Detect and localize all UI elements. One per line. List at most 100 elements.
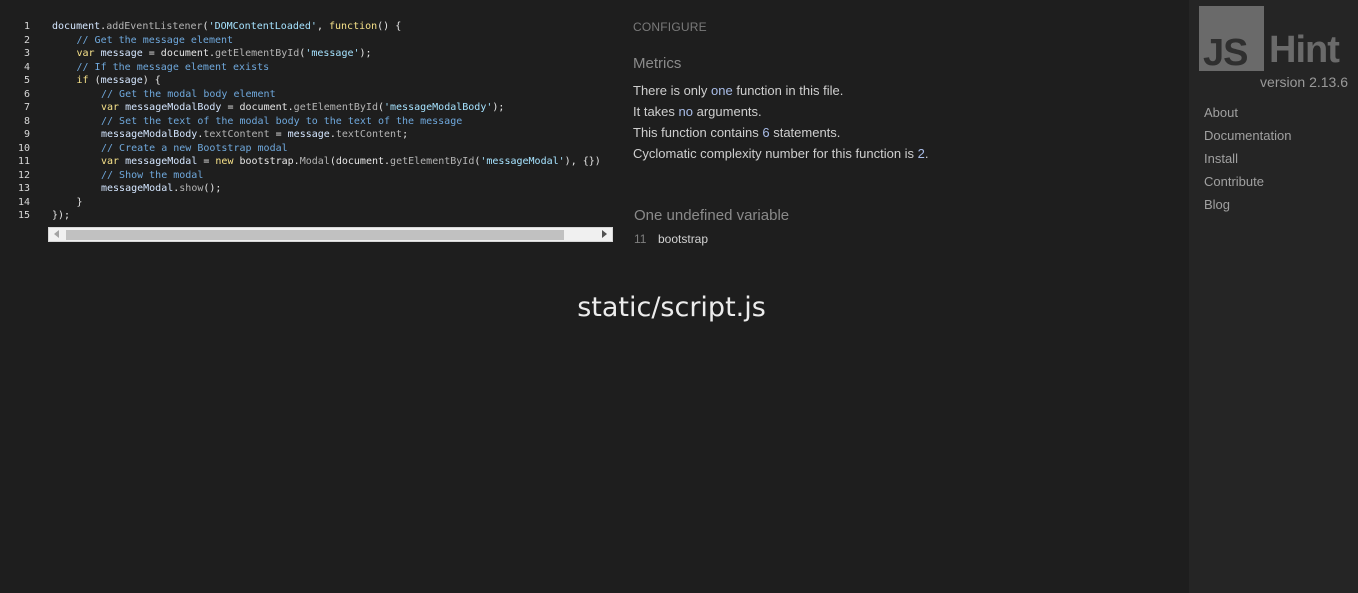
line-number: 4 bbox=[23, 61, 30, 73]
metric-functions: There is only one function in this file. bbox=[633, 83, 844, 98]
code-token: ; bbox=[402, 129, 409, 140]
code-token: // Get the modal body element bbox=[101, 88, 276, 100]
line-number: 7 bbox=[23, 102, 30, 113]
undefined-variable-name: bootstrap bbox=[658, 232, 709, 246]
scroll-left-arrow-icon[interactable] bbox=[54, 230, 59, 238]
line-number: 8 bbox=[23, 115, 30, 127]
code-text: var message = document.getElementById('m… bbox=[77, 47, 372, 61]
code-token: if bbox=[76, 75, 89, 86]
code-text: // Show the modal bbox=[101, 169, 203, 183]
code-token: messageModal bbox=[125, 156, 198, 167]
code-token: Modal bbox=[299, 156, 330, 167]
code-token: 'DOMContentLoaded' bbox=[208, 21, 317, 32]
nav-documentation[interactable]: Documentation bbox=[1204, 128, 1291, 151]
code-token: ); bbox=[359, 48, 372, 59]
code-token: , bbox=[316, 21, 329, 32]
line-number: 12 bbox=[17, 169, 30, 181]
code-text: if (message) { bbox=[77, 74, 161, 88]
code-line[interactable]: 15}); bbox=[0, 209, 614, 223]
logo-js-text: JS bbox=[1203, 32, 1248, 74]
version-label: version 2.13.6 bbox=[1260, 74, 1348, 90]
code-line[interactable]: 14} bbox=[0, 196, 614, 210]
code-line[interactable]: 10 // Create a new Bootstrap modal bbox=[0, 142, 614, 156]
line-number: 13 bbox=[17, 183, 30, 194]
code-line[interactable]: 5 if (message) { bbox=[0, 74, 614, 88]
code-editor[interactable]: 1 document.addEventListener('DOMContentLo… bbox=[0, 16, 614, 242]
code-token: // Create a new Bootstrap modal bbox=[101, 142, 288, 154]
code-text: var messageModalBody = document.getEleme… bbox=[101, 101, 504, 115]
code-text: // Set the text of the modal body to the… bbox=[101, 115, 462, 129]
sidebar-nav: About Documentation Install Contribute B… bbox=[1204, 105, 1291, 220]
code-token: bootstrap. bbox=[239, 156, 300, 167]
scroll-right-arrow-icon[interactable] bbox=[602, 230, 607, 238]
line-number: 15 bbox=[17, 210, 30, 221]
code-token: var bbox=[76, 48, 101, 59]
line-number: 5 bbox=[23, 75, 30, 86]
code-line[interactable]: 9 messageModalBody.textContent = message.… bbox=[0, 128, 614, 142]
code-text: var messageModal = new bootstrap.Modal(d… bbox=[101, 155, 601, 169]
code-line[interactable]: 12 // Show the modal bbox=[0, 169, 614, 183]
code-line[interactable]: 13 messageModal.show(); bbox=[0, 182, 614, 196]
metrics-heading: Metrics bbox=[633, 55, 682, 72]
code-text: messageModal.show(); bbox=[101, 182, 221, 196]
code-token: () { bbox=[377, 21, 402, 32]
undefined-variable-line-number[interactable]: 11 bbox=[634, 232, 646, 246]
code-token: messageModalBody bbox=[101, 129, 198, 140]
code-line[interactable]: 4 // If the message element exists bbox=[0, 61, 614, 75]
nav-install[interactable]: Install bbox=[1204, 151, 1291, 174]
metric-arguments: It takes no arguments. bbox=[633, 104, 762, 119]
code-line[interactable]: 7 var messageModalBody = document.getElem… bbox=[0, 101, 614, 115]
nav-contribute[interactable]: Contribute bbox=[1204, 174, 1291, 197]
line-number: 6 bbox=[23, 88, 30, 100]
code-token: getElementById bbox=[390, 156, 475, 167]
jshint-logo-box[interactable]: JS bbox=[1199, 6, 1264, 74]
code-line[interactable]: 8 // Set the text of the modal body to th… bbox=[0, 115, 614, 129]
scrollbar-thumb[interactable] bbox=[66, 230, 564, 240]
line-number: 9 bbox=[23, 129, 30, 140]
file-name-title: static/script.js bbox=[577, 292, 766, 323]
code-token: textContent bbox=[335, 129, 403, 140]
code-token: } bbox=[76, 196, 83, 208]
code-token: getElementById bbox=[293, 102, 378, 113]
line-number: 11 bbox=[17, 156, 30, 167]
code-token: ( bbox=[88, 75, 101, 86]
code-text: // Get the message element bbox=[77, 34, 234, 48]
line-number: 2 bbox=[23, 34, 30, 46]
code-text: // Get the modal body element bbox=[101, 88, 276, 102]
line-number: 14 bbox=[17, 196, 30, 208]
code-text: } bbox=[77, 196, 83, 210]
code-token: ); bbox=[492, 102, 505, 113]
code-token: 'messageModal' bbox=[480, 156, 565, 167]
code-token: // Get the message element bbox=[76, 34, 234, 46]
code-line[interactable]: 11 var messageModal = new bootstrap.Modal… bbox=[0, 155, 614, 169]
code-token: message bbox=[100, 48, 143, 59]
code-text: document.addEventListener('DOMContentLoa… bbox=[52, 20, 401, 34]
code-token: // If the message element exists bbox=[76, 61, 270, 73]
code-line[interactable]: 6 // Get the modal body element bbox=[0, 88, 614, 102]
configure-link[interactable]: CONFIGURE bbox=[633, 20, 707, 34]
metric-statements: This function contains 6 statements. bbox=[633, 125, 841, 140]
code-token: 'message' bbox=[305, 48, 360, 59]
code-token: = bbox=[269, 129, 288, 140]
code-token: document bbox=[52, 21, 101, 32]
horizontal-scrollbar[interactable] bbox=[48, 227, 613, 242]
code-token: ), {}) bbox=[564, 156, 601, 167]
undefined-variables-heading: One undefined variable bbox=[634, 207, 790, 224]
code-line[interactable]: 1 document.addEventListener('DOMContentLo… bbox=[0, 20, 614, 34]
code-line[interactable]: 3 var message = document.getElementById('… bbox=[0, 47, 614, 61]
line-number: 1 bbox=[23, 21, 30, 32]
logo-hint-text[interactable]: Hint bbox=[1269, 29, 1340, 72]
line-number: 10 bbox=[17, 142, 30, 154]
code-token: = document. bbox=[142, 48, 215, 59]
code-line[interactable]: 2 // Get the message element bbox=[0, 34, 614, 48]
line-number: 3 bbox=[23, 48, 30, 59]
code-token: (); bbox=[203, 183, 222, 194]
code-token: getElementById bbox=[215, 48, 300, 59]
code-token: new bbox=[215, 156, 240, 167]
code-text: }); bbox=[52, 209, 70, 223]
code-token: message bbox=[100, 75, 143, 86]
code-token: // Show the modal bbox=[101, 169, 204, 181]
nav-blog[interactable]: Blog bbox=[1204, 197, 1291, 220]
nav-about[interactable]: About bbox=[1204, 105, 1291, 128]
code-token: message bbox=[287, 129, 330, 140]
